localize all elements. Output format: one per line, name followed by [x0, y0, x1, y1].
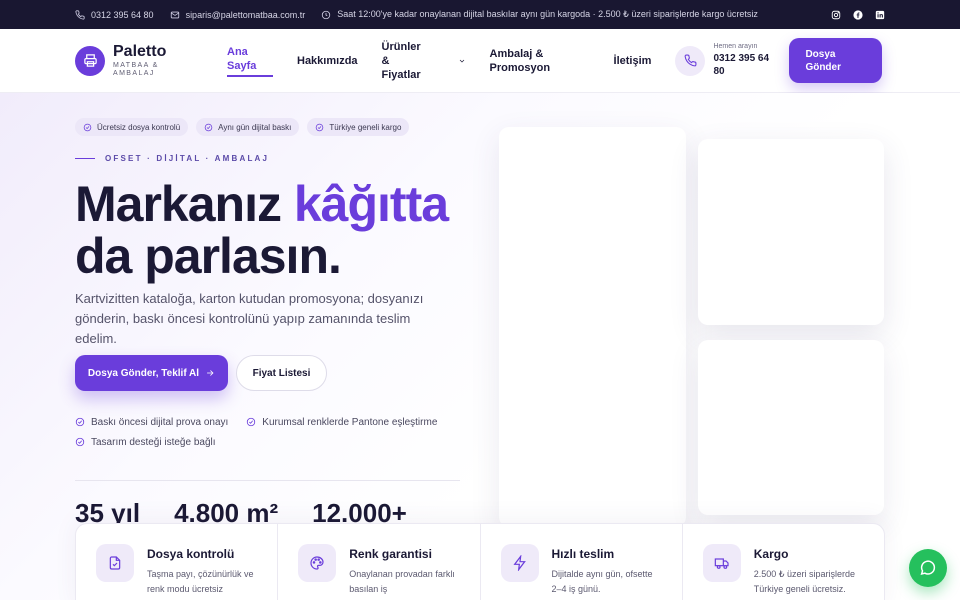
check-circle-icon: [75, 417, 85, 427]
phone-icon: [675, 45, 706, 76]
hero-badge-label: Ücretsiz dosya kontrolü: [97, 122, 181, 132]
hero-badge: Türkiye geneli kargo: [307, 118, 410, 136]
service-card: Dosya kontrolü Taşma payı, çözünürlük ve…: [76, 524, 279, 600]
topbar-notice: Saat 12:00'ye kadar onaylanan dijital ba…: [321, 9, 758, 20]
call-label: Hemen arayın: [713, 43, 758, 50]
check-circle-icon: [204, 123, 213, 131]
feature-item: Baskı öncesi dijital prova onayı: [75, 415, 228, 429]
service-text: Dijitalde aynı gün, ofsette 2–4 iş günü.: [551, 569, 653, 594]
headline-part2: da parlasın.: [75, 228, 342, 284]
hero-eyebrow: OFSET · DİJİTAL · AMBALAJ: [75, 154, 269, 163]
feature-label: Baskı öncesi dijital prova onayı: [91, 416, 229, 428]
nav-products[interactable]: Ürünler & Fiyatlar: [382, 40, 466, 82]
call-box[interactable]: Hemen arayın 0312 395 64 80: [675, 43, 773, 78]
check-circle-icon: [75, 437, 85, 447]
service-title: Dosya kontrolü: [147, 547, 235, 561]
service-title: Renk garantisi: [349, 547, 432, 561]
phone-icon: [75, 9, 85, 20]
call-number: 0312 395 64 80: [713, 53, 770, 77]
eyebrow-line: [75, 158, 95, 159]
arrow-right-icon: [207, 370, 214, 376]
product-image-card: [698, 340, 884, 515]
nav-home[interactable]: Ana Sayfa: [227, 45, 273, 77]
chevron-down-icon: [459, 59, 464, 62]
brand-subtitle: MATBAA & AMBALAJ: [113, 61, 159, 77]
nav-contact[interactable]: İletişim: [614, 54, 652, 68]
nav-about[interactable]: Hakkımızda: [297, 54, 358, 68]
quote-button[interactable]: Dosya Gönder, Teklif Al: [75, 355, 228, 391]
printer-icon: [75, 45, 105, 76]
main-nav: Ana Sayfa Hakkımızda Ürünler & Fiyatlar …: [227, 40, 669, 82]
nav-products-label: Ürünler & Fiyatlar: [381, 40, 421, 81]
top-info-bar: 0312 395 64 80 siparis@palettomatbaa.com…: [0, 0, 960, 29]
headline-part1: Markanız: [75, 176, 282, 232]
eyebrow-text: OFSET · DİJİTAL · AMBALAJ: [105, 154, 270, 163]
hero-badge: Ücretsiz dosya kontrolü: [75, 118, 189, 136]
brand-logo[interactable]: Paletto MATBAA & AMBALAJ: [75, 42, 215, 78]
file-check-icon: [96, 544, 134, 582]
clock-icon: [322, 10, 331, 19]
feature-item: Kurumsal renklerde Pantone eşleştirme: [246, 415, 437, 429]
bolt-icon: [500, 544, 539, 582]
product-image-card: [698, 139, 884, 325]
linkedin-icon[interactable]: [875, 10, 885, 20]
hero-badge-label: Türkiye geneli kargo: [329, 122, 402, 132]
topbar-email[interactable]: siparis@palettomatbaa.com.tr: [170, 9, 306, 20]
mail-icon: [170, 11, 179, 18]
facebook-icon[interactable]: [853, 9, 863, 20]
hero-badge-label: Aynı gün dijital baskı: [218, 122, 292, 132]
hero-features: Baskı öncesi dijital prova onayı Kurumsa…: [75, 415, 455, 449]
price-list-button[interactable]: Fiyat Listesi: [236, 355, 327, 391]
check-circle-icon: [247, 417, 256, 427]
nav-packaging[interactable]: Ambalaj & Promosyon: [490, 47, 570, 75]
topbar-notice-text: Saat 12:00'ye kadar onaylanan dijital ba…: [337, 9, 758, 19]
instagram-icon[interactable]: [831, 10, 841, 20]
service-text: Taşma payı, çözünürlük ve renk modu ücre…: [147, 569, 254, 594]
chat-bubble-icon: [920, 560, 936, 576]
topbar-phone[interactable]: 0312 395 64 80: [75, 10, 154, 20]
hero-badge: Aynı gün dijital baskı: [196, 118, 300, 136]
service-card: Kargo 2.500 ₺ üzeri siparişlerde Türkiye…: [683, 524, 884, 600]
check-circle-icon: [83, 123, 92, 131]
feature-label: Kurumsal renklerde Pantone eşleştirme: [262, 416, 438, 428]
hero-description: Kartvizitten kataloğa, karton kutudan pr…: [75, 291, 424, 346]
palette-icon: [298, 544, 337, 582]
service-text: 2.500 ₺ üzeri siparişlerde Türkiye genel…: [753, 569, 856, 594]
hero-headline: Markanız kâğıtta da parlasın.: [75, 176, 449, 284]
service-text: Onaylanan provadan farklı basılan iş: [349, 569, 455, 594]
hero-divider: [75, 480, 460, 481]
service-title: Hızlı teslim: [551, 547, 615, 561]
quote-button-label: Dosya Gönder, Teklif Al: [87, 367, 200, 379]
social-links: [831, 9, 885, 20]
truck-icon: [702, 544, 741, 582]
service-title: Kargo: [753, 547, 789, 561]
topbar-email-text: siparis@palettomatbaa.com.tr: [185, 9, 306, 20]
headline-accent: kâğıtta: [293, 176, 449, 232]
hero-badges: Ücretsiz dosya kontrolü Aynı gün dijital…: [75, 118, 410, 136]
feature-item: Tasarım desteği isteğe bağlı: [75, 435, 455, 449]
site-header: Paletto MATBAA & AMBALAJ Ana Sayfa Hakkı…: [0, 29, 960, 93]
topbar-phone-text: 0312 395 64 80: [91, 9, 154, 20]
service-strip: Dosya kontrolü Taşma payı, çözünürlük ve…: [75, 523, 885, 600]
product-image-card: [499, 127, 686, 527]
service-card: Renk garantisi Onaylanan provadan farklı…: [278, 524, 481, 600]
service-card: Hızlı teslim Dijitalde aynı gün, ofsette…: [481, 524, 683, 600]
whatsapp-chat-button[interactable]: [909, 549, 947, 587]
send-file-button[interactable]: Dosya Gönder: [789, 38, 883, 83]
brand-name: Paletto: [113, 42, 167, 60]
feature-label: Tasarım desteği isteğe bağlı: [91, 436, 216, 448]
check-circle-icon: [316, 123, 324, 131]
